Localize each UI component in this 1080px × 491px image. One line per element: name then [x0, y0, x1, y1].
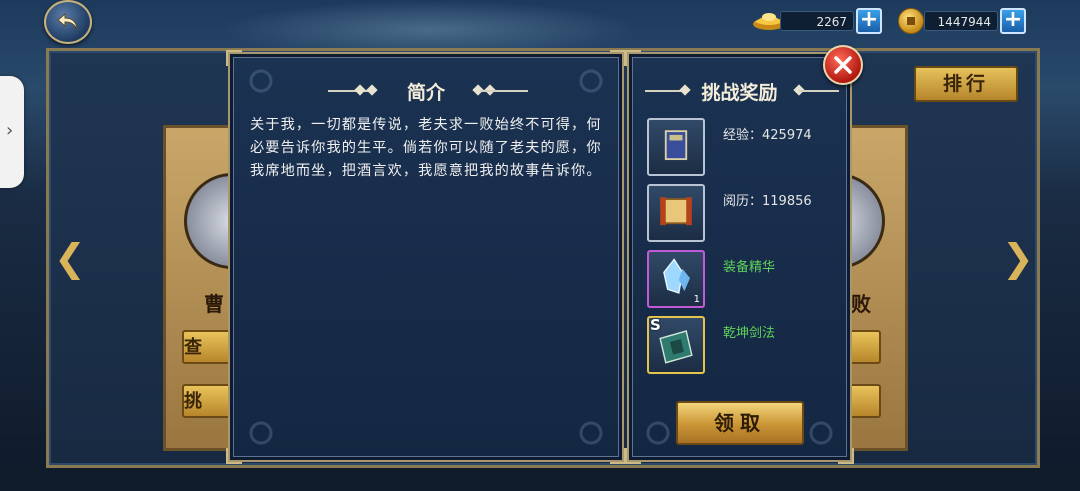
back-arrow-icon — [57, 12, 78, 31]
skill-rank-badge: S — [650, 316, 661, 334]
chevron-right-icon: › — [6, 120, 14, 141]
close-icon — [834, 56, 852, 74]
claim-button[interactable]: 领取 — [676, 401, 804, 445]
right-opponent-name: 败 — [851, 292, 871, 316]
reward-experience-label: 经验：425974 — [723, 128, 812, 143]
left-opponent-card[interactable]: 曹 查 挑 — [163, 125, 280, 451]
copper-coin-currency: 1447944 + — [896, 8, 1028, 34]
back-button[interactable] — [44, 0, 92, 44]
crystal-quantity: 1 — [693, 294, 700, 305]
cloud-ornament — [635, 414, 681, 452]
cloud-ornament — [238, 414, 284, 452]
reward-item[interactable]: 阅历：119856 — [647, 184, 847, 246]
crystal-icon[interactable]: 1 — [647, 250, 705, 308]
copper-coin-amount: 1447944 — [924, 11, 998, 31]
reward-insight-label: 阅历：119856 — [723, 194, 812, 209]
add-gold-button[interactable]: + — [856, 8, 882, 34]
intro-title: 简介 — [406, 82, 445, 104]
prev-opponent-arrow[interactable]: ❮ — [54, 236, 86, 280]
intro-description: 关于我，一切都是传说，老夫求一败始终不可得，何必要告诉你我的生平。倘若你可以随了… — [250, 117, 602, 179]
reward-item[interactable]: 1 装备精华 — [647, 250, 847, 312]
title-decoration — [799, 90, 839, 92]
panel-corner — [625, 50, 641, 66]
reward-skill-label: 乾坤剑法 — [723, 326, 776, 341]
reward-equip-essence-label: 装备精华 — [723, 260, 776, 275]
gold-ingot-amount: 2267 — [780, 11, 854, 31]
challenge-button-label: 挑 — [184, 391, 202, 412]
close-button[interactable] — [823, 45, 863, 85]
reward-item[interactable]: 经验：425974 — [647, 118, 847, 180]
experience-book-icon[interactable] — [647, 118, 705, 176]
copper-coin-icon — [898, 8, 924, 34]
scroll-icon[interactable] — [647, 184, 705, 242]
gold-ingot-currency: 2267 + — [752, 8, 884, 34]
view-button-label: 查 — [184, 337, 202, 358]
rewards-panel: 挑战奖励 经验：425974 阅历：119856 1 装备精华 S 乾坤剑法 领… — [625, 50, 854, 464]
side-drawer-tab[interactable]: › — [0, 76, 24, 188]
left-opponent-name: 曹 — [204, 292, 224, 316]
add-coin-button[interactable]: + — [1000, 8, 1026, 34]
next-opponent-arrow[interactable]: ❯ — [1002, 236, 1034, 280]
cloud-ornament — [568, 414, 614, 452]
intro-panel: 简介 关于我，一切都是传说，老夫求一败始终不可得，何必要告诉你我的生平。倘若你可… — [226, 50, 626, 464]
title-decoration — [480, 90, 528, 92]
cloud-ornament — [798, 414, 844, 452]
ranking-button[interactable]: 排行 — [914, 66, 1018, 102]
reward-item[interactable]: S 乾坤剑法 — [647, 316, 847, 378]
skill-book-icon[interactable]: S — [647, 316, 705, 374]
